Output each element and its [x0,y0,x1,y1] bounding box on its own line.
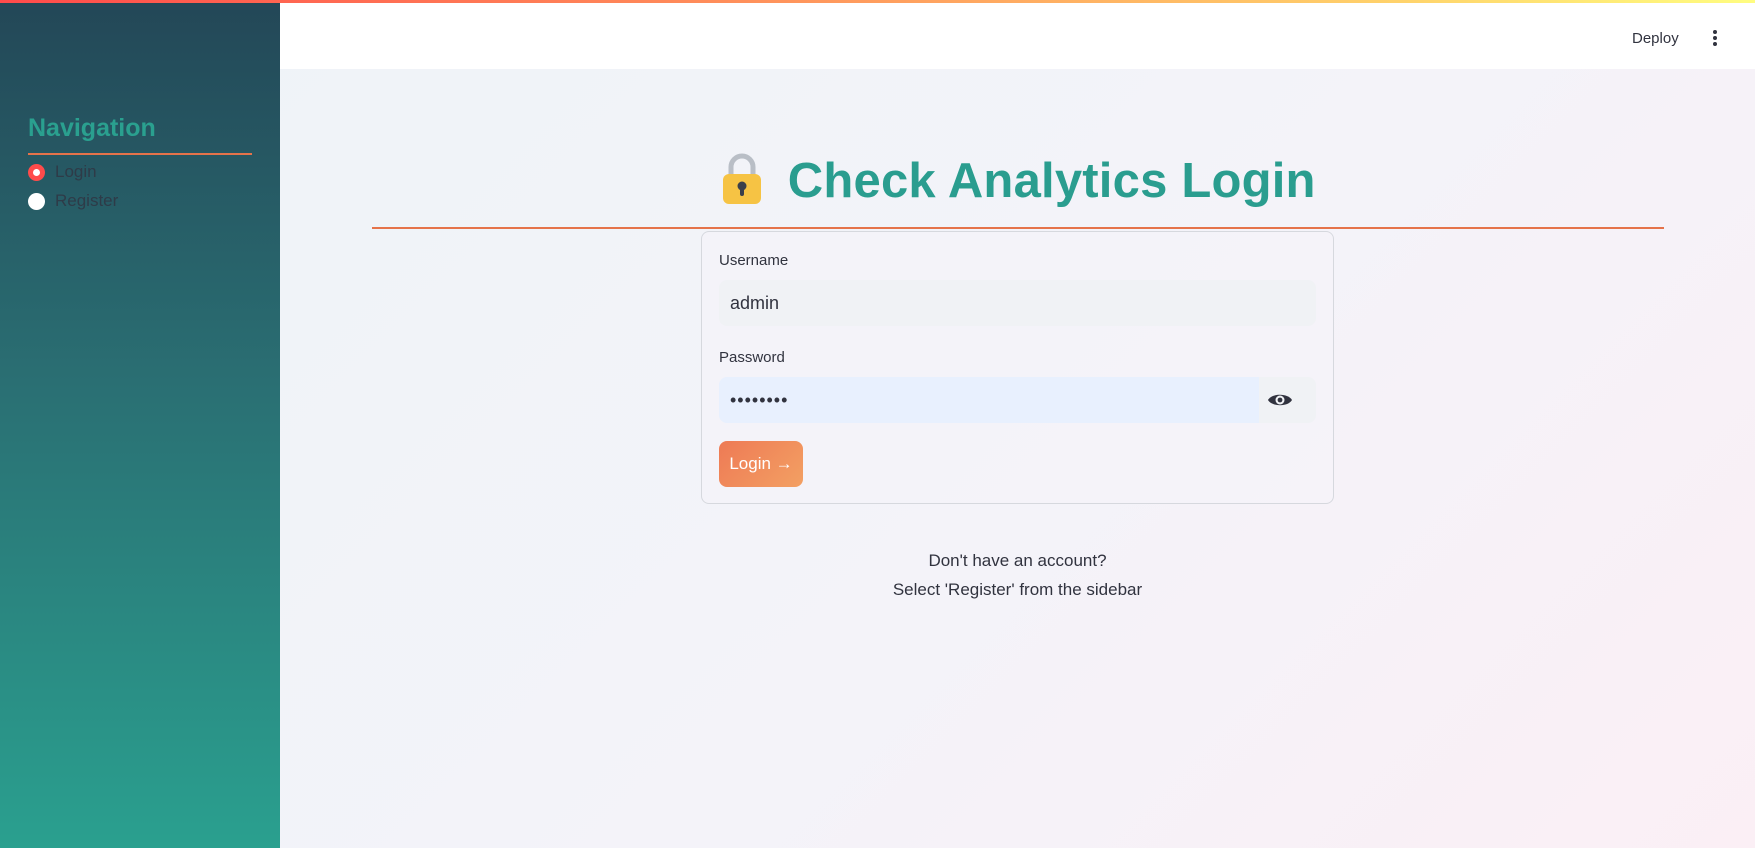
password-field [719,377,1316,423]
username-input[interactable] [719,280,1316,326]
login-form: Username Password Login → [701,231,1334,504]
password-label: Password [719,349,785,366]
signup-prompt: Don't have an account? [928,551,1107,570]
radio-unselected-icon[interactable] [28,192,45,210]
nav-option-register[interactable]: Register [28,190,118,212]
password-input[interactable] [719,377,1259,423]
deploy-button[interactable]: Deploy [1632,30,1679,47]
login-button[interactable]: Login → [719,441,803,487]
radio-selected-icon[interactable] [28,163,45,181]
sidebar: Navigation Login Register [0,0,280,848]
page-title: Check Analytics Login [787,153,1316,208]
nav-option-login[interactable]: Login [28,161,97,183]
lock-icon [719,150,765,211]
main-area: Deploy Check Analytics Login Username Pa… [280,0,1755,848]
eye-icon[interactable] [1267,388,1293,412]
signup-instruction: Select 'Register' from the sidebar [892,580,1143,599]
username-label: Username [719,252,789,269]
page-title-row: Check Analytics Login [280,150,1755,211]
sidebar-title-divider [28,153,252,155]
app-header: Deploy [280,0,1755,69]
title-divider [372,227,1664,229]
nav-option-label: Login [55,162,97,181]
top-decoration-stripe [0,0,1755,3]
sidebar-title: Navigation [28,114,156,142]
kebab-menu-icon[interactable] [1705,28,1725,52]
nav-option-label: Register [55,191,119,210]
